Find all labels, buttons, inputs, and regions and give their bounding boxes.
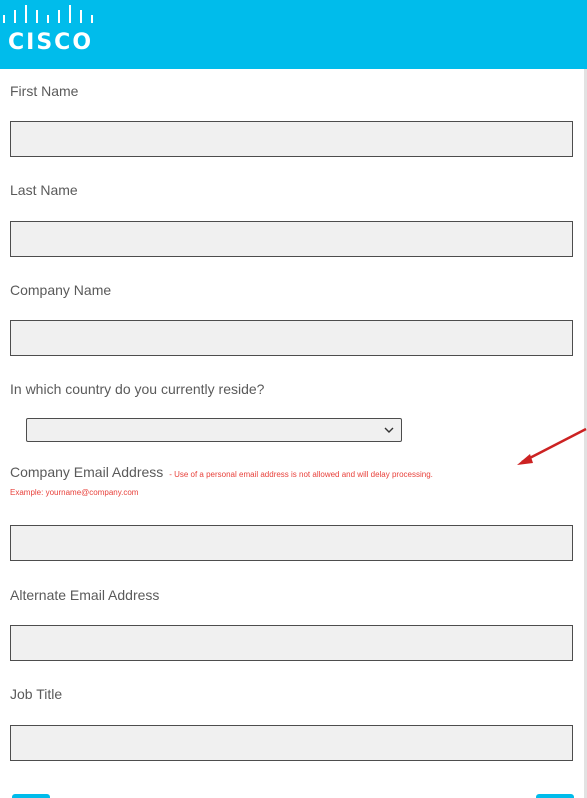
company-email-label-row: Company Email Address - Use of a persona… — [10, 463, 433, 484]
bottom-right-button[interactable] — [536, 794, 574, 798]
company-email-label: Company Email Address — [10, 464, 164, 480]
first-name-input[interactable] — [10, 121, 573, 157]
country-label: In which country do you currently reside… — [10, 381, 265, 397]
cisco-logo[interactable]: CISCO — [0, 0, 110, 69]
alternate-email-label: Alternate Email Address — [10, 587, 160, 603]
brand-header: CISCO — [0, 0, 587, 69]
first-name-label: First Name — [10, 83, 79, 99]
country-select[interactable] — [26, 418, 402, 442]
personal-email-warning: - Use of a personal email address is not… — [169, 470, 433, 479]
company-name-label: Company Name — [10, 282, 112, 298]
logo-wordmark: CISCO — [8, 30, 94, 55]
company-name-input[interactable] — [10, 320, 573, 356]
job-title-input[interactable] — [10, 725, 573, 761]
last-name-label: Last Name — [10, 182, 78, 198]
job-title-label: Job Title — [10, 686, 63, 702]
cisco-bridge-logo-icon — [3, 5, 93, 23]
last-name-input[interactable] — [10, 221, 573, 257]
chevron-down-icon — [384, 427, 394, 433]
company-email-input[interactable] — [10, 525, 573, 561]
red-arrow-icon — [517, 428, 587, 465]
bottom-left-button[interactable] — [12, 794, 50, 798]
email-example-hint: Example: yourname@company.com — [10, 488, 139, 497]
alternate-email-input[interactable] — [10, 625, 573, 661]
registration-page: CISCO First Name Last Name Company Name … — [0, 0, 587, 798]
